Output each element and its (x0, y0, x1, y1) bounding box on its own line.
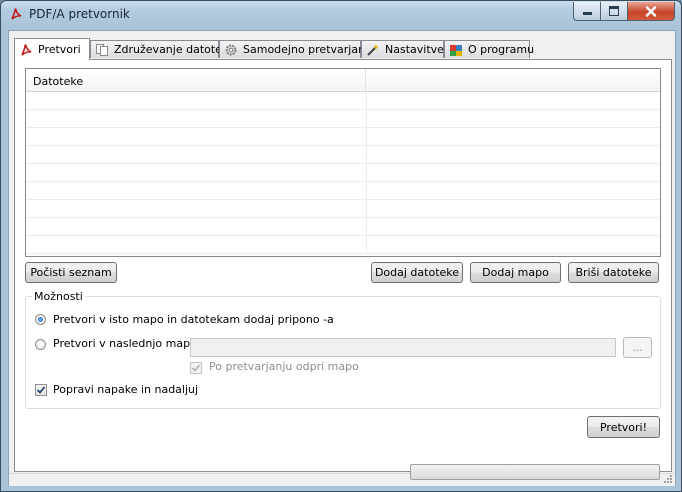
tab-zdruzevanje-datotek[interactable]: Združevanje datotek (90, 40, 228, 58)
add-files-button[interactable]: Dodaj datoteke (371, 262, 463, 283)
open-folder-checkbox[interactable] (190, 362, 202, 374)
radio-same-folder-label[interactable]: Pretvori v isto mapo in datotekam dodaj … (53, 313, 334, 326)
tab-samodejno-pretvarjanje[interactable]: Samodejno pretvarjanje (219, 40, 375, 58)
folder-path-input[interactable] (190, 338, 616, 357)
tab-panel-pretvori: Datoteke Počisti seznam Dodaj datoteke D… (14, 59, 672, 472)
close-button[interactable] (627, 2, 675, 21)
tab-label: Združevanje datotek (114, 43, 229, 56)
minimize-button[interactable] (573, 2, 601, 21)
client-area: Pretvori Združevanje datotek Samodejno p… (8, 30, 676, 486)
tab-label: O programu (468, 43, 535, 56)
maximize-button[interactable] (600, 2, 628, 21)
convert-button[interactable]: Pretvori! (587, 416, 660, 438)
gear-icon (224, 43, 238, 57)
maximize-icon (609, 6, 619, 16)
minimize-icon (582, 12, 592, 15)
list-item[interactable] (26, 128, 660, 146)
fix-errors-label[interactable]: Popravi napake in nadaljuj (53, 383, 198, 396)
tab-nastavitve[interactable]: Nastavitve (361, 40, 444, 58)
add-folder-button[interactable]: Dodaj mapo (470, 262, 561, 283)
checkmark-icon (36, 386, 46, 394)
clear-list-button[interactable]: Počisti seznam (25, 262, 117, 283)
delete-files-button[interactable]: Briši datoteke (568, 262, 659, 283)
column-header-empty[interactable] (366, 69, 660, 91)
list-item[interactable] (26, 218, 660, 236)
list-item[interactable] (26, 164, 660, 182)
options-group-title: Možnosti (32, 290, 85, 303)
wand-icon (366, 43, 380, 57)
tab-o-programu[interactable]: O programu (444, 40, 534, 58)
list-item[interactable] (26, 236, 660, 254)
close-icon (645, 5, 657, 17)
checkmark-icon (191, 364, 201, 372)
pdf-icon (19, 43, 33, 57)
browse-button[interactable]: ... (623, 337, 652, 358)
list-item[interactable] (26, 92, 660, 110)
list-item[interactable] (26, 110, 660, 128)
app-window: PDF/A pretvornik Pretvori Združevanje da… (0, 0, 682, 492)
resize-grip-icon[interactable] (663, 474, 673, 484)
file-list[interactable]: Datoteke (25, 68, 661, 257)
options-group: Možnosti Pretvori v isto mapo in datotek… (25, 290, 661, 409)
tab-label: Pretvori (38, 43, 81, 56)
tab-label: Samodejno pretvarjanje (243, 43, 375, 56)
list-item[interactable] (26, 200, 660, 218)
title-bar[interactable]: PDF/A pretvornik (1, 1, 681, 29)
window-title: PDF/A pretvornik (29, 7, 130, 21)
radio-next-folder[interactable] (35, 339, 46, 350)
list-item[interactable] (26, 182, 660, 200)
column-header-datoteke[interactable]: Datoteke (26, 69, 366, 91)
documents-icon (95, 43, 109, 57)
progress-bar (410, 464, 660, 480)
pdf-app-icon (9, 7, 23, 21)
radio-same-folder[interactable] (35, 314, 46, 325)
tab-pretvori[interactable]: Pretvori (14, 38, 90, 60)
file-list-header: Datoteke (26, 69, 660, 92)
radio-selected-icon (38, 317, 43, 322)
open-folder-label[interactable]: Po pretvarjanju odpri mapo (209, 360, 359, 373)
tab-label: Nastavitve (385, 43, 444, 56)
list-item[interactable] (26, 146, 660, 164)
info-cube-icon (449, 43, 463, 57)
fix-errors-checkbox[interactable] (35, 384, 47, 396)
radio-next-folder-label[interactable]: Pretvori v naslednjo mapo: (53, 337, 201, 350)
